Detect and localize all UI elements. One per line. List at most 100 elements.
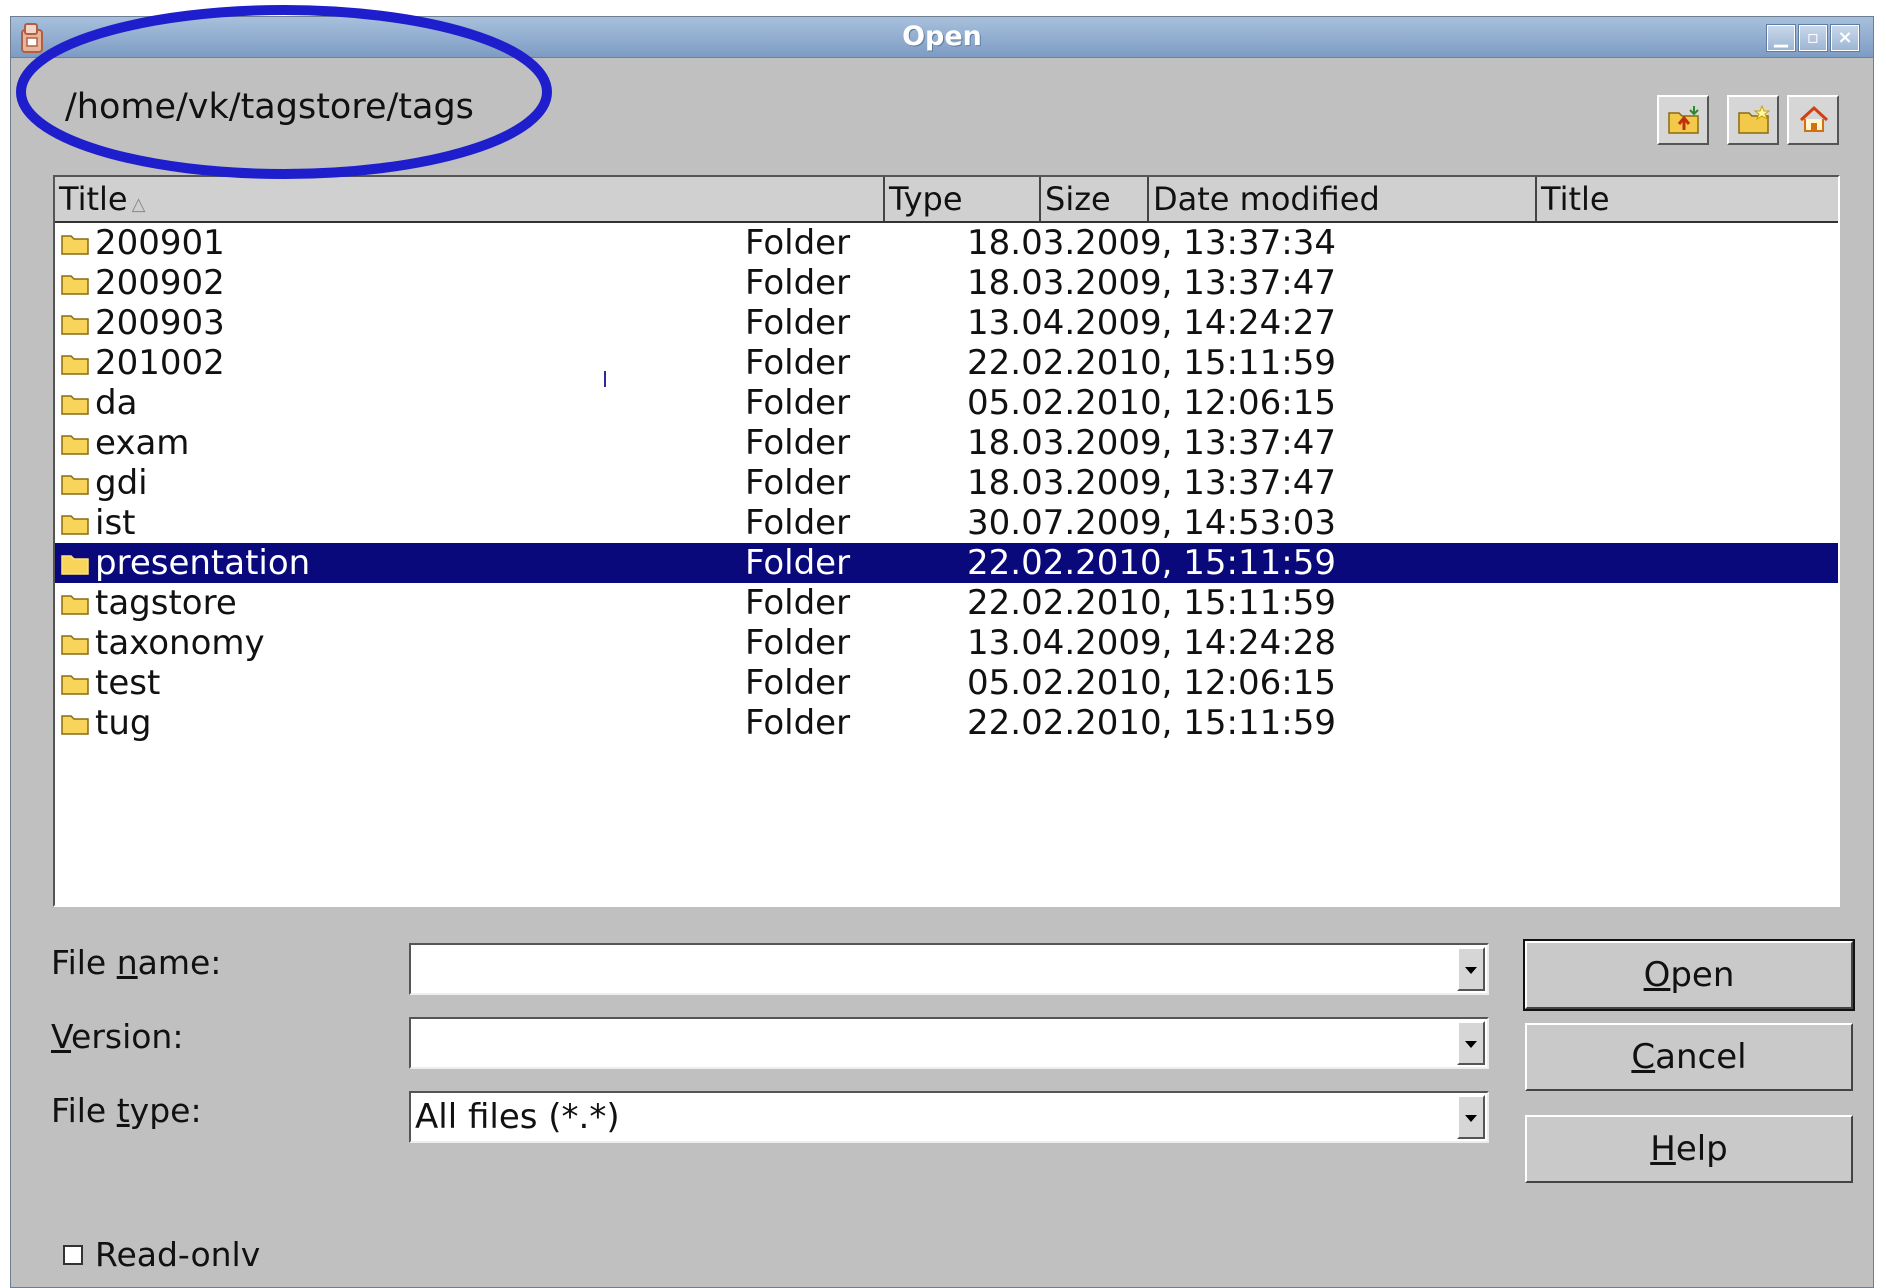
open-dialog: Open ▁ ▫ × /home/vk/tagstore/tags Title … — [10, 16, 1874, 1288]
new-folder-button[interactable] — [1727, 95, 1779, 145]
row-date-modified: 18.03.2009, 13:37:47 — [967, 263, 1336, 303]
folder-icon — [61, 635, 89, 655]
file-name-dropdown-button[interactable] — [1457, 947, 1485, 991]
folder-icon — [61, 715, 89, 735]
table-row[interactable]: tagstore Folder 22.02.2010, 15:11:59 — [55, 583, 1838, 623]
home-icon — [1799, 105, 1829, 132]
row-date-modified: 18.03.2009, 13:37:34 — [967, 223, 1336, 263]
version-label: Version: — [51, 1017, 184, 1056]
table-row[interactable]: ist Folder 30.07.2009, 14:53:03 — [55, 503, 1838, 543]
table-row[interactable]: exam Folder 18.03.2009, 13:37:47 — [55, 423, 1838, 463]
close-icon: × — [1837, 27, 1853, 48]
dropdown-arrow-icon — [1465, 967, 1477, 974]
file-type-dropdown-button[interactable] — [1457, 1095, 1485, 1139]
table-row[interactable]: presentation Folder 22.02.2010, 15:11:59 — [55, 543, 1838, 583]
row-date-modified: 05.02.2010, 12:06:15 — [967, 383, 1336, 423]
row-date-modified: 22.02.2010, 15:11:59 — [967, 543, 1336, 583]
table-row[interactable]: 201002 Folder 22.02.2010, 15:11:59 — [55, 343, 1838, 383]
row-date-modified: 13.04.2009, 14:24:28 — [967, 623, 1336, 663]
file-type-label: File type: — [51, 1091, 202, 1130]
new-folder-icon — [1738, 105, 1770, 134]
row-name: exam — [95, 423, 190, 463]
version-select[interactable] — [409, 1017, 1489, 1069]
row-name: test — [95, 663, 161, 703]
folder-icon — [61, 555, 89, 575]
row-name: ist — [95, 503, 136, 543]
file-list[interactable]: Title △ Type Size Date modified Title 200… — [53, 175, 1840, 907]
row-date-modified: 22.02.2010, 15:11:59 — [967, 343, 1336, 383]
row-type: Folder — [745, 463, 851, 503]
folder-icon — [61, 355, 89, 375]
column-title[interactable]: Title △ — [55, 177, 883, 221]
row-type: Folder — [745, 583, 851, 623]
sort-ascending-icon: △ — [131, 194, 146, 215]
dropdown-arrow-icon — [1465, 1115, 1477, 1122]
row-date-modified: 18.03.2009, 13:37:47 — [967, 463, 1336, 503]
current-path: /home/vk/tagstore/tags — [65, 87, 474, 127]
read-only-label[interactable]: Read-onlv — [95, 1235, 260, 1274]
folder-up-icon — [1668, 106, 1699, 134]
folder-icon — [61, 515, 89, 535]
version-dropdown-button[interactable] — [1457, 1021, 1485, 1065]
column-type[interactable]: Type — [883, 177, 1039, 221]
row-type: Folder — [745, 303, 851, 343]
table-row[interactable]: da Folder 05.02.2010, 12:06:15 — [55, 383, 1838, 423]
row-name: tagstore — [95, 583, 237, 623]
row-name: presentation — [95, 543, 311, 583]
column-title-2[interactable]: Title — [1535, 177, 1838, 221]
minimize-button[interactable]: ▁ — [1766, 24, 1796, 52]
row-date-modified: 05.02.2010, 12:06:15 — [967, 663, 1336, 703]
file-type-select[interactable]: All files (*.*) — [409, 1091, 1489, 1143]
help-button[interactable]: Help — [1525, 1115, 1853, 1183]
file-name-input[interactable] — [409, 943, 1489, 995]
folder-icon — [61, 435, 89, 455]
row-type: Folder — [745, 343, 851, 383]
row-name: 200902 — [95, 263, 225, 303]
minimize-icon: ▁ — [1774, 27, 1788, 48]
table-row[interactable]: 200902 Folder 18.03.2009, 13:37:47 — [55, 263, 1838, 303]
maximize-button[interactable]: ▫ — [1798, 24, 1828, 52]
folder-icon — [61, 395, 89, 415]
open-button[interactable]: Open — [1523, 939, 1855, 1011]
cancel-button[interactable]: Cancel — [1525, 1023, 1853, 1091]
maximize-icon: ▫ — [1806, 27, 1820, 48]
close-button[interactable]: × — [1830, 24, 1860, 52]
row-name: 200903 — [95, 303, 225, 343]
read-only-checkbox[interactable] — [63, 1245, 83, 1265]
folder-icon — [61, 275, 89, 295]
column-date-modified[interactable]: Date modified — [1147, 177, 1535, 221]
folder-icon — [61, 675, 89, 695]
table-row[interactable]: test Folder 05.02.2010, 12:06:15 — [55, 663, 1838, 703]
file-name-label: File name: — [51, 943, 222, 982]
row-type: Folder — [745, 543, 851, 583]
row-type: Folder — [745, 383, 851, 423]
home-button[interactable] — [1787, 95, 1839, 145]
row-type: Folder — [745, 663, 851, 703]
row-type: Folder — [745, 263, 851, 303]
row-name: 200901 — [95, 223, 225, 263]
table-row[interactable]: 200901 Folder 18.03.2009, 13:37:34 — [55, 223, 1838, 263]
folder-icon — [61, 315, 89, 335]
row-type: Folder — [745, 223, 851, 263]
row-name: taxonomy — [95, 623, 265, 663]
folder-up-button[interactable] — [1657, 95, 1709, 145]
table-row[interactable]: tug Folder 22.02.2010, 15:11:59 — [55, 703, 1838, 743]
row-name: gdi — [95, 463, 148, 503]
column-size[interactable]: Size — [1039, 177, 1147, 221]
row-name: 201002 — [95, 343, 225, 383]
row-type: Folder — [745, 503, 851, 543]
row-date-modified: 30.07.2009, 14:53:03 — [967, 503, 1336, 543]
title-bar[interactable]: Open ▁ ▫ × — [11, 17, 1873, 58]
row-name: da — [95, 383, 138, 423]
row-date-modified: 22.02.2010, 15:11:59 — [967, 703, 1336, 743]
table-row[interactable]: 200903 Folder 13.04.2009, 14:24:27 — [55, 303, 1838, 343]
window-title: Open — [902, 21, 982, 52]
row-type: Folder — [745, 423, 851, 463]
row-date-modified: 18.03.2009, 13:37:47 — [967, 423, 1336, 463]
folder-icon — [61, 235, 89, 255]
column-header: Title △ Type Size Date modified Title — [55, 177, 1838, 223]
row-name: tug — [95, 703, 152, 743]
table-row[interactable]: gdi Folder 18.03.2009, 13:37:47 — [55, 463, 1838, 503]
table-row[interactable]: taxonomy Folder 13.04.2009, 14:24:28 — [55, 623, 1838, 663]
row-date-modified: 22.02.2010, 15:11:59 — [967, 583, 1336, 623]
